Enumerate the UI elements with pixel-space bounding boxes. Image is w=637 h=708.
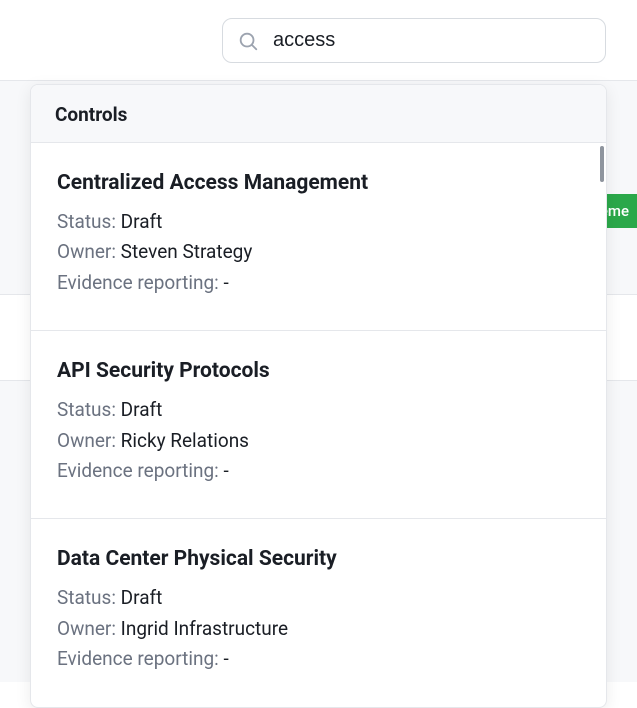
evidence-value: - bbox=[223, 647, 228, 670]
result-evidence-line: Evidence reporting: - bbox=[57, 644, 580, 674]
evidence-label: Evidence reporting: bbox=[57, 271, 223, 294]
dropdown-section-header: Controls bbox=[31, 85, 606, 143]
search-input[interactable] bbox=[273, 29, 591, 52]
search-result-item[interactable]: Centralized Access Management Status: Dr… bbox=[31, 143, 606, 331]
evidence-value: - bbox=[223, 459, 228, 482]
owner-value: Steven Strategy bbox=[121, 240, 253, 263]
owner-value: Ingrid Infrastructure bbox=[121, 617, 288, 640]
search-result-item[interactable]: Data Center Physical Security Status: Dr… bbox=[31, 519, 606, 706]
search-container bbox=[222, 18, 606, 63]
result-title: API Security Protocols bbox=[57, 359, 580, 383]
result-evidence-line: Evidence reporting: - bbox=[57, 456, 580, 486]
owner-label: Owner: bbox=[57, 617, 121, 640]
result-status-line: Status: Draft bbox=[57, 395, 580, 425]
status-value: Draft bbox=[121, 398, 163, 421]
evidence-label: Evidence reporting: bbox=[57, 647, 223, 670]
result-owner-line: Owner: Steven Strategy bbox=[57, 237, 580, 267]
search-icon bbox=[237, 30, 259, 52]
result-status-line: Status: Draft bbox=[57, 583, 580, 613]
search-results-dropdown: Controls Centralized Access Management S… bbox=[30, 84, 607, 708]
result-owner-line: Owner: Ingrid Infrastructure bbox=[57, 614, 580, 644]
status-value: Draft bbox=[121, 586, 163, 609]
scrollbar-thumb[interactable] bbox=[600, 146, 604, 182]
result-status-line: Status: Draft bbox=[57, 207, 580, 237]
status-label: Status: bbox=[57, 398, 121, 421]
result-evidence-line: Evidence reporting: - bbox=[57, 268, 580, 298]
status-value: Draft bbox=[121, 210, 163, 233]
status-label: Status: bbox=[57, 586, 121, 609]
owner-label: Owner: bbox=[57, 240, 121, 263]
owner-label: Owner: bbox=[57, 429, 121, 452]
owner-value: Ricky Relations bbox=[121, 429, 249, 452]
result-title: Centralized Access Management bbox=[57, 171, 580, 195]
dropdown-body: Centralized Access Management Status: Dr… bbox=[31, 143, 606, 707]
result-owner-line: Owner: Ricky Relations bbox=[57, 426, 580, 456]
search-box[interactable] bbox=[222, 18, 606, 63]
evidence-label: Evidence reporting: bbox=[57, 459, 223, 482]
result-title: Data Center Physical Security bbox=[57, 547, 580, 571]
search-result-item[interactable]: API Security Protocols Status: Draft Own… bbox=[31, 331, 606, 519]
status-label: Status: bbox=[57, 210, 121, 233]
evidence-value: - bbox=[223, 271, 228, 294]
